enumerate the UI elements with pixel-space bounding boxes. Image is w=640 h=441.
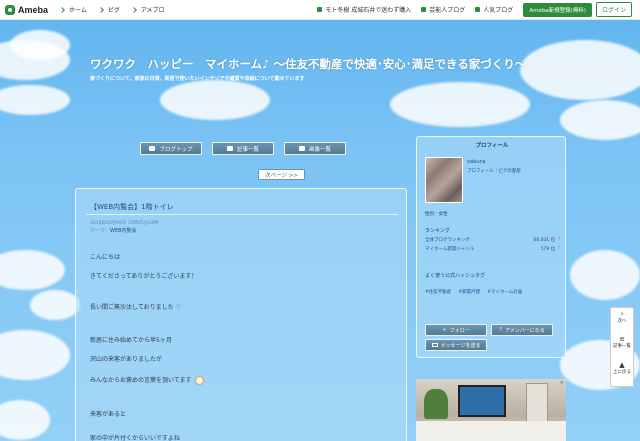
chevron-right-icon: › bbox=[620, 310, 624, 318]
hashtag-list: #住友不動産 #新築戸建 #マイホーム計画 bbox=[425, 289, 522, 295]
floating-nav: › 次へ ≡ 記事一覧 ▲ 上に戻る bbox=[610, 307, 634, 387]
chevron-right-icon bbox=[98, 6, 104, 13]
login-button[interactable]: ログイン bbox=[595, 2, 632, 17]
article-theme: テーマ：WEB内覧会 bbox=[90, 227, 137, 234]
monitor-graphic bbox=[458, 385, 506, 417]
tab-image-list[interactable]: 画像一覧 bbox=[284, 142, 346, 155]
blog-description: 家づくりについて、家族の日常、新居で使いたいインテリアや雑貨や収納について載せて… bbox=[90, 76, 305, 82]
article-line: こんにちは bbox=[90, 254, 121, 261]
profile-links[interactable]: プロフィール｜ピグの部屋 bbox=[467, 168, 521, 174]
tab-blog-top[interactable]: ブログトップ bbox=[140, 142, 202, 155]
article-line: きてくださってありがとうございます！ bbox=[90, 273, 198, 280]
ranking-row-overall[interactable]: 全体ブログランキング 66,031 位 ↑ bbox=[425, 237, 561, 243]
follow-button[interactable]: + フォロー bbox=[425, 324, 487, 336]
cloud-decoration bbox=[160, 80, 270, 120]
news-icon bbox=[317, 7, 323, 12]
profile-panel: プロフィール sakura プロフィール｜ピグの部屋 性別：女性 ランキング 全… bbox=[416, 136, 566, 358]
message-button[interactable]: メッセージを送る bbox=[425, 339, 487, 351]
back-to-top-button[interactable]: ▲ 上に戻る bbox=[611, 361, 633, 376]
signup-button[interactable]: Ameba新規登録(無料) bbox=[523, 2, 592, 17]
nav-pigg[interactable]: ピグ bbox=[98, 5, 120, 14]
mail-icon bbox=[431, 343, 438, 347]
lamp-graphic bbox=[526, 383, 548, 423]
amember-button[interactable]: ? アメンバーになる bbox=[491, 324, 553, 336]
entry-list-button[interactable]: ≡ 記事一覧 bbox=[611, 335, 633, 350]
cloud-decoration bbox=[520, 40, 640, 100]
ameba-logo[interactable]: Ameba bbox=[5, 4, 48, 15]
divider bbox=[86, 214, 398, 215]
ranking-heading: ランキング bbox=[425, 228, 450, 234]
question-icon: ? bbox=[499, 327, 502, 333]
article-line: 長い間ご無沙汰しておりました ♡ bbox=[90, 304, 181, 311]
article-date: 2018年03月09日 10時45分54秒 bbox=[90, 221, 159, 226]
crown-icon bbox=[475, 7, 481, 12]
cloud-decoration bbox=[570, 250, 640, 300]
cloud-decoration bbox=[0, 85, 70, 115]
arrow-up-icon: ▲ bbox=[619, 361, 625, 369]
ameba-logo-icon bbox=[5, 4, 15, 15]
camera-icon bbox=[298, 146, 305, 151]
plant-graphic bbox=[424, 389, 448, 419]
article-line: みんなからお褒めの言葉を頂いてます bbox=[90, 375, 205, 385]
document-icon bbox=[226, 146, 233, 151]
cloud-decoration bbox=[30, 290, 80, 320]
chevron-right-icon bbox=[59, 6, 65, 13]
profile-gender: 性別：女性 bbox=[425, 212, 448, 217]
article-line: 新居に住み始めてから早5ヶ月 bbox=[90, 337, 172, 344]
profile-name[interactable]: sakura bbox=[467, 159, 485, 165]
cloud-decoration bbox=[0, 400, 50, 440]
cloud-decoration bbox=[0, 250, 65, 290]
arrow-up-icon: ↑ bbox=[557, 246, 561, 251]
ad-image[interactable]: × bbox=[416, 379, 566, 441]
star-icon bbox=[421, 7, 427, 12]
desk-graphic bbox=[416, 421, 566, 441]
list-icon: ≡ bbox=[619, 335, 625, 343]
cloud-decoration bbox=[10, 30, 70, 60]
blog-title[interactable]: ワクワク ハッピー マイホーム♪ 〜住友不動産で快適･安心･満足できる家づくり〜 bbox=[90, 56, 526, 72]
article-panel: 【WEB内覧会】1階トイレ 2018年03月09日 10時45分54秒 テーマ：… bbox=[75, 188, 407, 441]
hashtag-link[interactable]: #新築戸建 bbox=[458, 289, 480, 295]
article-line: 来客があると bbox=[90, 411, 127, 418]
promo-link[interactable]: モト冬樹 成城石井で迷わず購入 bbox=[317, 5, 411, 14]
profile-avatar[interactable] bbox=[425, 157, 463, 203]
home-icon bbox=[149, 146, 156, 151]
hashtag-link[interactable]: #住友不動産 bbox=[425, 289, 451, 295]
nav-home[interactable]: ホーム bbox=[59, 5, 87, 14]
article-line: 家の中が片付くからいいですよね bbox=[90, 435, 180, 441]
plus-icon: + bbox=[442, 327, 447, 333]
article-title[interactable]: 【WEB内覧会】1階トイレ bbox=[90, 202, 174, 212]
next-page-button[interactable]: 次ページ >> bbox=[258, 169, 305, 180]
blog-nav-tabs: ブログトップ 記事一覧 画像一覧 bbox=[140, 142, 346, 155]
cloud-decoration bbox=[560, 100, 640, 140]
tab-entry-list[interactable]: 記事一覧 bbox=[212, 142, 274, 155]
celebrity-blog-link[interactable]: 芸能人ブログ bbox=[421, 5, 465, 14]
theme-label: テーマ： bbox=[90, 228, 111, 234]
next-entry-button[interactable]: › 次へ bbox=[611, 310, 633, 325]
nav-ameblo[interactable]: アメブロ bbox=[131, 5, 165, 14]
ameba-header: Ameba ホーム ピグ アメブロ モト冬樹 成城石井で迷わず購入 芸能人ブログ… bbox=[0, 0, 640, 20]
cloud-decoration bbox=[390, 82, 530, 127]
profile-heading: プロフィール bbox=[475, 143, 509, 149]
ranking-row-genre[interactable]: マイホーム新築ジャンル 579 位 ↑ bbox=[425, 246, 561, 252]
chevron-right-icon bbox=[131, 6, 137, 13]
hashtag-link[interactable]: #マイホーム計画 bbox=[487, 289, 522, 295]
arrow-up-icon: ↑ bbox=[557, 237, 561, 242]
hashtag-heading: よく使う公式ハッシュタグ bbox=[425, 273, 486, 279]
cloud-decoration bbox=[0, 330, 70, 380]
article-line: 沢山の来客がありましたが bbox=[90, 356, 163, 363]
article-line-text: みんなからお褒めの言葉を頂いてます bbox=[90, 377, 192, 384]
emoji-icon bbox=[195, 376, 205, 385]
ad-close-icon[interactable]: × bbox=[560, 380, 564, 386]
popular-blog-link[interactable]: 人気ブログ bbox=[475, 5, 513, 14]
theme-link[interactable]: WEB内覧会 bbox=[110, 228, 137, 234]
